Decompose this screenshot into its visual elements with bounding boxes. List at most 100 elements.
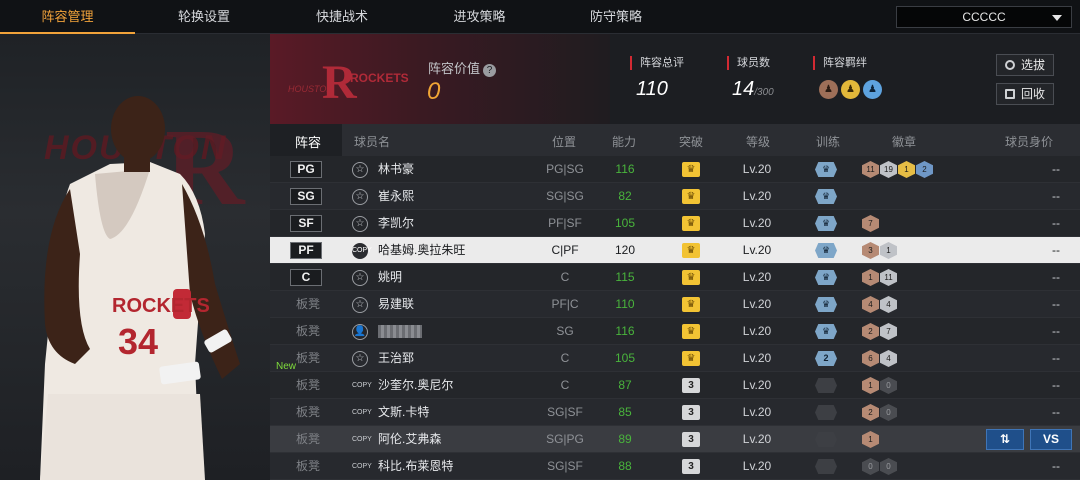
player-name[interactable]: 李凯尔: [378, 210, 414, 237]
player-name[interactable]: 王治郅: [378, 345, 414, 372]
badge-icon[interactable]: 2: [862, 404, 879, 421]
training-empty-icon: [815, 432, 837, 447]
player-name[interactable]: 阿伦.艾弗森: [378, 426, 441, 453]
table-row[interactable]: 板凳 COPY 文斯.卡特 SG|SF 85 3 Lv.20 2 0 --: [270, 399, 1080, 426]
player-name[interactable]: 姚明: [378, 264, 402, 291]
badge-icon[interactable]: 1: [862, 269, 879, 286]
compare-vs-button[interactable]: VS: [1030, 429, 1072, 450]
badge-icon[interactable]: 19: [880, 161, 897, 178]
tab-offense-strategy[interactable]: 进攻策略: [411, 0, 548, 34]
table-row[interactable]: SG ☆ 崔永熙 SG|SG 82 ♛ Lv.20 ♛ --: [270, 183, 1080, 210]
bench-label[interactable]: 板凳: [296, 372, 320, 399]
player-rating: 82: [618, 189, 632, 203]
synergy-gold-icon[interactable]: ♟: [841, 80, 860, 99]
badge-icon[interactable]: 1: [898, 161, 915, 178]
synergy-bronze-icon[interactable]: ♟: [819, 80, 838, 99]
header-lineup[interactable]: 阵容: [295, 132, 321, 151]
tab-rotation-settings[interactable]: 轮换设置: [135, 0, 273, 34]
table-row[interactable]: 板凳 COPY 沙奎尔.奥尼尔 C 87 3 Lv.20 1 0 --: [270, 372, 1080, 399]
header-breakthrough[interactable]: 突破: [679, 133, 703, 150]
copy-card-icon: COPY: [352, 409, 372, 416]
table-row[interactable]: SF ☆ 李凯尔 PF|SF 105 ♛ Lv.20 ♛ 7 --: [270, 210, 1080, 237]
synergy-icons[interactable]: ♟ ♟ ♟: [819, 80, 882, 102]
table-row[interactable]: PF COPY 哈基姆.奥拉朱旺 C|PF 120 ♛ Lv.20 ♛ 3 1 --: [270, 237, 1080, 264]
bench-label[interactable]: 板凳: [296, 291, 320, 318]
player-name[interactable]: 沙奎尔.奥尼尔: [378, 372, 453, 399]
lineup-slot-pf[interactable]: PF: [290, 242, 322, 259]
table-row[interactable]: 板凳 ☆ 易建联 PF|C 110 ♛ Lv.20 ♛ 4 4 --: [270, 291, 1080, 318]
swap-button[interactable]: ⇅: [986, 429, 1024, 450]
jersey-team-text: ROCKETS: [112, 295, 210, 317]
lineup-summary-banner: HOUSTON R ROCKETS 阵容价值? 0 阵容总评 110 球员数 1…: [270, 34, 1080, 124]
player-name[interactable]: 易建联: [378, 291, 414, 318]
player-name[interactable]: 哈基姆.奥拉朱旺: [378, 237, 465, 264]
bench-label[interactable]: 板凳: [296, 426, 320, 453]
badge-icon[interactable]: 2: [916, 161, 933, 178]
badge-list: 1: [862, 431, 879, 448]
badge-icon[interactable]: 6: [862, 350, 879, 367]
bench-label[interactable]: 板凳: [296, 345, 320, 372]
badge-icon[interactable]: 7: [862, 215, 879, 232]
bench-label[interactable]: 板凳: [296, 453, 320, 480]
header-player-name[interactable]: 球员名: [354, 133, 390, 150]
table-row[interactable]: 板凳 👤 SG 116 ♛ Lv.20 ♛ 2 7 --: [270, 318, 1080, 345]
star-icon: ☆: [352, 270, 368, 286]
header-position[interactable]: 位置: [552, 133, 576, 150]
player-name[interactable]: 崔永熙: [378, 183, 414, 210]
bench-label[interactable]: 板凳: [296, 399, 320, 426]
header-training[interactable]: 训练: [816, 133, 840, 150]
bench-label[interactable]: 板凳: [296, 318, 320, 345]
badge-list: 64: [862, 350, 897, 367]
badge-list: 7: [862, 215, 879, 232]
breakthrough-crown-icon: ♛: [682, 297, 700, 312]
player-position: SG|SF: [547, 459, 583, 473]
lineup-slot-sf[interactable]: SF: [290, 215, 322, 232]
recycle-button[interactable]: 回收: [996, 83, 1054, 105]
player-level: Lv.20: [742, 405, 772, 419]
player-value: --: [1052, 459, 1060, 473]
lineup-slot-pg[interactable]: PG: [290, 161, 322, 178]
table-row[interactable]: 板凳 New ☆ 王治郅 C 105 ♛ Lv.20 2 6 4 --: [270, 345, 1080, 372]
badge-icon[interactable]: 1: [880, 242, 897, 259]
badge-icon[interactable]: 1: [862, 431, 879, 448]
badge-icon[interactable]: 7: [880, 323, 897, 340]
badge-icon[interactable]: 3: [862, 242, 879, 259]
badge-icon[interactable]: 1: [862, 377, 879, 394]
badge-icon[interactable]: 11: [862, 161, 879, 178]
lineup-slot-c[interactable]: C: [290, 269, 322, 286]
player-value: --: [1052, 162, 1060, 176]
lineup-slot-sg[interactable]: SG: [290, 188, 322, 205]
header-player-value[interactable]: 球员身价: [1005, 133, 1053, 150]
tab-quick-tactics[interactable]: 快捷战术: [273, 0, 411, 34]
badge-icon[interactable]: 4: [880, 296, 897, 313]
player-rating: 120: [614, 243, 636, 257]
badge-icon[interactable]: 0: [862, 458, 879, 475]
player-position: PG|SG: [546, 162, 584, 176]
player-count-value: 14/300: [732, 78, 774, 101]
select-button[interactable]: 选拔: [996, 54, 1054, 76]
badge-icon[interactable]: 4: [862, 296, 879, 313]
player-name[interactable]: 林书豪: [378, 156, 414, 183]
table-row[interactable]: 板凳 COPY 科比.布莱恩特 SG|SF 88 3 Lv.20 0 0 --: [270, 453, 1080, 480]
table-row[interactable]: C ☆ 姚明 C 115 ♛ Lv.20 ♛ 1 11 --: [270, 264, 1080, 291]
player-name[interactable]: 科比.布莱恩特: [378, 453, 453, 480]
jersey-number-text: 34: [118, 321, 158, 362]
table-row[interactable]: PG ☆ 林书豪 PG|SG 116 ♛ Lv.20 ♛ 11 19 1 2 --: [270, 156, 1080, 183]
help-icon[interactable]: ?: [483, 64, 497, 77]
header-level[interactable]: 等级: [746, 133, 770, 150]
badge-icon[interactable]: 0: [880, 458, 897, 475]
player-name[interactable]: 文斯.卡特: [378, 399, 429, 426]
tab-lineup-management[interactable]: 阵容管理: [0, 0, 135, 34]
synergy-blue-icon[interactable]: ♟: [863, 80, 882, 99]
tab-defense-strategy[interactable]: 防守策略: [548, 0, 684, 34]
team-select-dropdown[interactable]: CCCCC: [896, 6, 1072, 28]
table-row[interactable]: 板凳 COPY 阿伦.艾弗森 SG|PG 89 3 Lv.20 1 ⇅ VS: [270, 426, 1080, 453]
header-rating[interactable]: 能力: [612, 133, 636, 150]
badge-icon[interactable]: 0: [880, 404, 897, 421]
badge-icon[interactable]: 11: [880, 269, 897, 286]
badge-icon[interactable]: 2: [862, 323, 879, 340]
star-icon: ☆: [352, 162, 368, 178]
header-badges[interactable]: 徽章: [892, 133, 916, 150]
badge-icon[interactable]: 4: [880, 350, 897, 367]
badge-icon[interactable]: 0: [880, 377, 897, 394]
